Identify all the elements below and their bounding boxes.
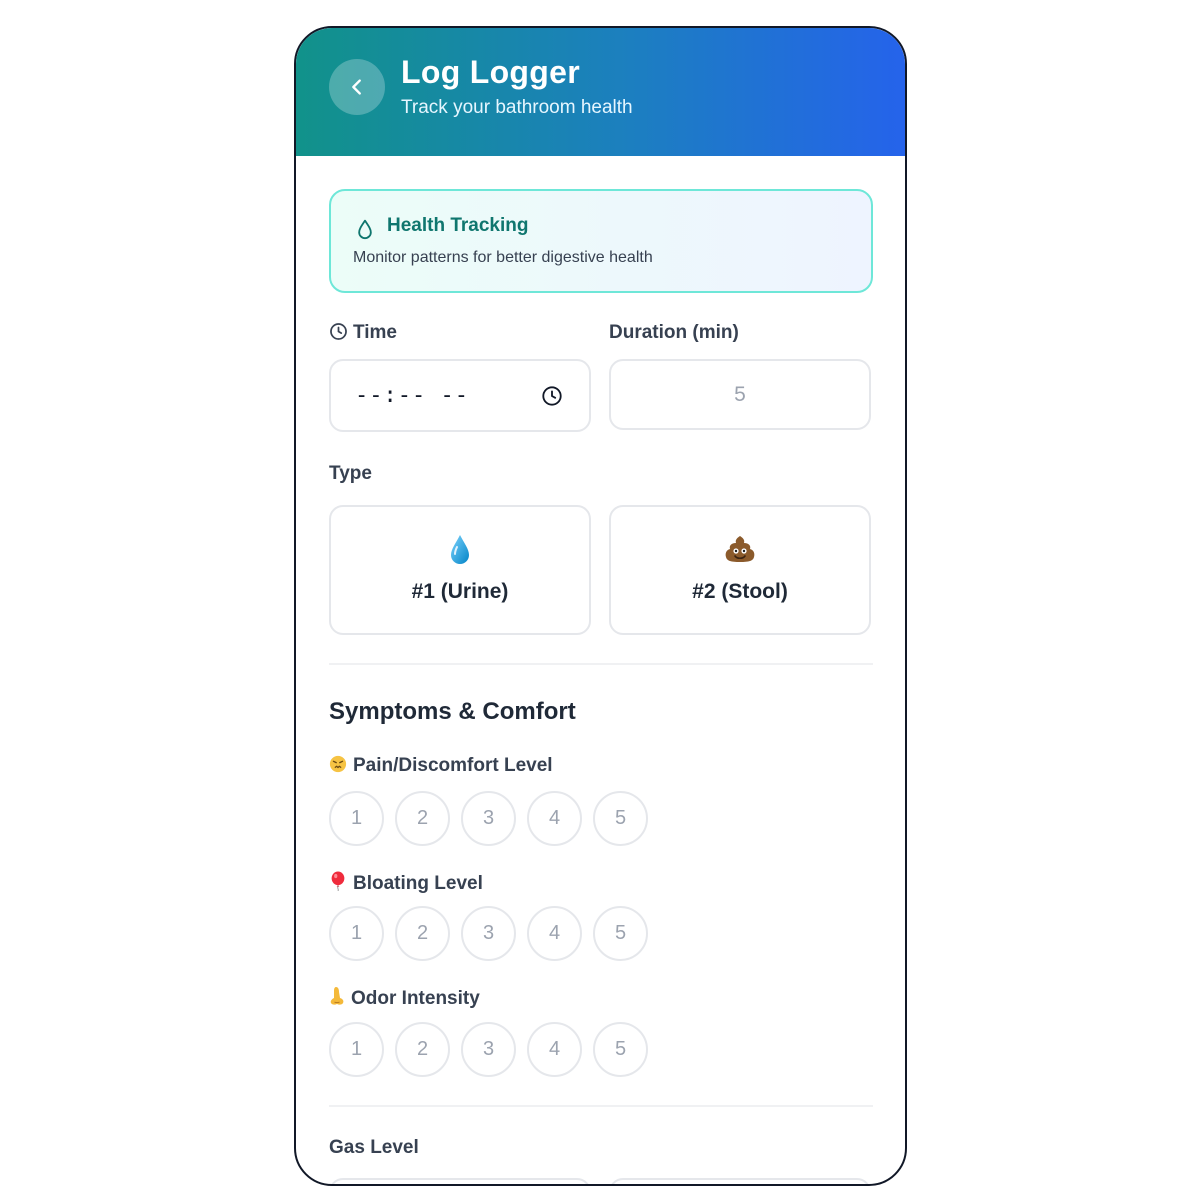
symptoms-section-title: Symptoms & Comfort (329, 698, 576, 725)
bloating-level-option-3[interactable]: 3 (461, 906, 516, 961)
pain-level-label: Pain/Discomfort Level (329, 755, 553, 777)
duration-placeholder: 5 (734, 383, 746, 406)
back-button[interactable] (329, 59, 385, 115)
duration-input[interactable]: 5 (609, 359, 871, 430)
odor-intensity-option-3[interactable]: 3 (461, 1022, 516, 1077)
poop-icon (725, 536, 755, 562)
persevering-face-icon (329, 755, 347, 773)
type-urine-button[interactable]: #1 (Urine) (329, 505, 591, 635)
page-title: Log Logger (401, 54, 580, 90)
balloon-icon (331, 871, 345, 891)
odor-intensity-scale: 1 2 3 4 5 (329, 1022, 648, 1077)
card-title: Health Tracking (387, 215, 529, 236)
nose-icon (330, 987, 344, 1005)
pain-level-option-5[interactable]: 5 (593, 791, 648, 846)
pain-level-option-2[interactable]: 2 (395, 791, 450, 846)
app-header: Log Logger Track your bathroom health (296, 28, 905, 156)
odor-intensity-label-text: Odor Intensity (351, 988, 480, 1009)
gas-level-option-right[interactable] (609, 1178, 871, 1184)
pain-level-option-3[interactable]: 3 (461, 791, 516, 846)
bloating-level-option-5[interactable]: 5 (593, 906, 648, 961)
page-subtitle: Track your bathroom health (401, 97, 633, 118)
pain-level-label-text: Pain/Discomfort Level (353, 755, 553, 776)
bloating-level-option-2[interactable]: 2 (395, 906, 450, 961)
time-label: Time (329, 322, 397, 344)
health-tracking-card: Health Tracking Monitor patterns for bet… (329, 189, 873, 293)
card-description: Monitor patterns for better digestive he… (353, 249, 653, 266)
bloating-level-option-4[interactable]: 4 (527, 906, 582, 961)
phone-frame: Log Logger Track your bathroom health He… (294, 26, 907, 1186)
bloating-level-scale: 1 2 3 4 5 (329, 906, 648, 961)
bloating-level-label: Bloating Level (329, 871, 483, 895)
type-label: Type (329, 463, 372, 484)
time-input[interactable]: --:-- -- (329, 359, 591, 432)
odor-intensity-option-2[interactable]: 2 (395, 1022, 450, 1077)
gas-level-label: Gas Level (329, 1137, 419, 1158)
odor-intensity-option-4[interactable]: 4 (527, 1022, 582, 1077)
pain-level-scale: 1 2 3 4 5 (329, 791, 648, 846)
odor-intensity-option-5[interactable]: 5 (593, 1022, 648, 1077)
type-stool-label: #2 (Stool) (692, 580, 788, 603)
time-input-value: --:-- -- (355, 383, 469, 408)
bloating-level-label-text: Bloating Level (353, 873, 483, 894)
gas-level-option-left[interactable] (329, 1178, 591, 1184)
type-stool-button[interactable]: #2 (Stool) (609, 505, 871, 635)
clock-icon (330, 323, 347, 340)
section-divider-2 (329, 1105, 873, 1107)
droplet-outline-icon (358, 219, 372, 240)
pain-level-option-1[interactable]: 1 (329, 791, 384, 846)
odor-intensity-label: Odor Intensity (329, 986, 480, 1010)
duration-label: Duration (min) (609, 322, 739, 343)
section-divider (329, 663, 873, 665)
time-label-text: Time (353, 322, 398, 343)
droplet-icon (451, 535, 469, 564)
clock-picker-icon[interactable] (541, 385, 563, 407)
bloating-level-option-1[interactable]: 1 (329, 906, 384, 961)
pain-level-option-4[interactable]: 4 (527, 791, 582, 846)
odor-intensity-option-1[interactable]: 1 (329, 1022, 384, 1077)
type-urine-label: #1 (Urine) (411, 580, 509, 603)
chevron-left-icon (352, 79, 361, 95)
